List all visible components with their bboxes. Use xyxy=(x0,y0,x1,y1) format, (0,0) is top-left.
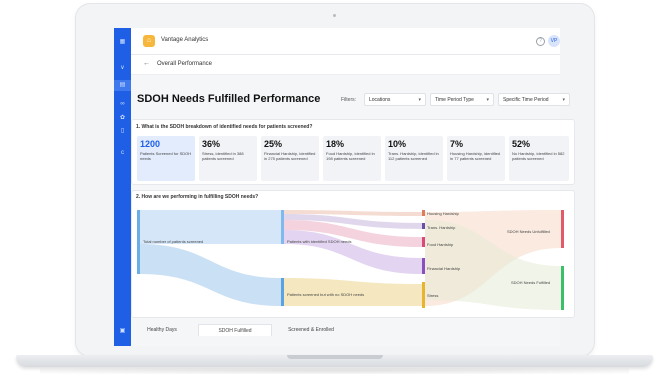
node-total[interactable] xyxy=(137,210,140,274)
breadcrumb-label[interactable]: Overall Performance xyxy=(157,61,212,67)
help-icon[interactable]: ? xyxy=(536,37,545,46)
label-total: Total number of patients screened xyxy=(143,239,204,244)
stat-value: 7% xyxy=(450,139,464,149)
filters-label: Filters: xyxy=(341,97,356,103)
node-identified[interactable] xyxy=(281,210,284,244)
document-icon[interactable]: ▯ xyxy=(118,127,127,135)
stat-description: Trans. Hardship, identified in 112 patie… xyxy=(388,151,439,161)
info-icon[interactable]: c xyxy=(118,149,127,157)
specific-time-period-dropdown[interactable]: Specific Time Period ▾ xyxy=(498,93,570,106)
label-identified: Patients with identified SDOH needs xyxy=(287,239,352,244)
stat-value: 25% xyxy=(264,139,283,149)
section1-question: 1. What is the SDOH breakdown of identif… xyxy=(136,124,313,130)
back-arrow-icon[interactable]: ← xyxy=(143,60,150,67)
specific-time-period-label: Specific Time Period xyxy=(503,97,549,103)
label-food: Food Hardship xyxy=(427,242,454,247)
stat-card[interactable]: 7% Housing Hardship, identified in 77 pa… xyxy=(447,136,505,181)
node-no-needs[interactable] xyxy=(281,278,284,306)
camera-icon xyxy=(333,14,336,17)
node-stress[interactable] xyxy=(422,282,425,308)
time-period-type-label: Time Period Type xyxy=(435,97,474,103)
page-title: SDOH Needs Fulfilled Performance xyxy=(137,93,321,105)
label-no-needs: Patients screened but with no SDOH needs xyxy=(287,292,365,297)
stat-value: 18% xyxy=(326,139,345,149)
app-title: Vantage Analytics xyxy=(161,37,209,43)
node-unfulfilled[interactable] xyxy=(561,210,564,248)
label-fulfilled: SDOH Needs Fulfilled xyxy=(511,280,551,285)
tab-healthy-days[interactable]: Healthy Days xyxy=(131,324,193,336)
app-logo-icon: ⌂ xyxy=(143,35,155,47)
stat-description: Food Hardship, identified in 198 patient… xyxy=(326,151,375,161)
label-unfulfilled: SDOH Needs Unfulfilled xyxy=(507,229,550,234)
stat-card[interactable]: 18% Food Hardship, identified in 198 pat… xyxy=(323,136,381,181)
stat-description: Financial Hardship, identified in 275 pa… xyxy=(264,151,316,161)
grid-icon[interactable]: ▦ xyxy=(118,38,127,46)
locations-dropdown-label: Locations xyxy=(369,97,391,103)
sidebar: ▦ ∨ ▤ ∞ ✿ ▯ c ▣ xyxy=(114,28,131,346)
stat-value: 52% xyxy=(512,139,531,149)
bottom-menu-icon[interactable]: ▣ xyxy=(118,327,127,335)
stat-card[interactable]: 25% Financial Hardship, identified in 27… xyxy=(261,136,319,181)
node-housing[interactable] xyxy=(422,210,425,216)
tab-screened-enrolled[interactable]: Screened & Enrolled xyxy=(274,324,348,336)
locations-dropdown[interactable]: Locations ▾ xyxy=(364,93,426,106)
node-trans[interactable] xyxy=(422,223,425,229)
stat-card[interactable]: 36% Stress, identified in 388 patients s… xyxy=(199,136,257,181)
stat-value: 10% xyxy=(388,139,407,149)
sankey-diagram xyxy=(137,210,564,310)
chevron-down-icon: ▾ xyxy=(486,97,489,103)
tab-sdoh-fulfilled[interactable]: SDOH Fulfilled xyxy=(198,324,272,336)
label-trans: Trans. Hardship xyxy=(427,225,456,230)
gear-icon[interactable]: ✿ xyxy=(118,114,127,122)
chevron-down-icon: ▾ xyxy=(418,97,421,103)
dashboard-icon[interactable]: ▤ xyxy=(114,80,131,91)
stat-card[interactable]: 1200 Patients Screened for SDOH needs xyxy=(137,136,195,181)
stat-description: Stress, identified in 388 patients scree… xyxy=(202,151,244,161)
node-fulfilled[interactable] xyxy=(561,266,564,310)
link-icon[interactable]: ∞ xyxy=(118,100,127,108)
node-food[interactable] xyxy=(422,237,425,247)
breadcrumb: ← Overall Performance xyxy=(131,55,560,75)
avatar[interactable]: VP xyxy=(548,35,560,47)
stat-card[interactable]: 10% Trans. Hardship, identified in 112 p… xyxy=(385,136,443,181)
label-financial: Financial Hardship xyxy=(427,266,461,271)
laptop-notch xyxy=(287,355,383,359)
stat-description: No Hardship, identified in 582 patients … xyxy=(512,151,565,161)
stat-description: Housing Hardship, identified in 77 patie… xyxy=(450,151,501,161)
stat-value: 36% xyxy=(202,139,221,149)
top-bar: ⌂ Vantage Analytics ? VP ▾ xyxy=(131,28,560,55)
label-housing: Housing Hardship xyxy=(427,211,459,216)
stat-description: Patients Screened for SDOH needs xyxy=(140,151,192,161)
chevron-down-icon: ▾ xyxy=(562,97,565,103)
laptop-shadow xyxy=(40,368,629,374)
chevron-icon[interactable]: ∨ xyxy=(118,64,127,72)
stat-value: 1200 xyxy=(140,139,161,149)
stat-card[interactable]: 52% No Hardship, identified in 582 patie… xyxy=(509,136,569,181)
label-stress: Stress xyxy=(427,293,439,298)
flow-total-no-needs xyxy=(140,244,281,306)
time-period-type-dropdown[interactable]: Time Period Type ▾ xyxy=(430,93,494,106)
node-financial[interactable] xyxy=(422,258,425,274)
